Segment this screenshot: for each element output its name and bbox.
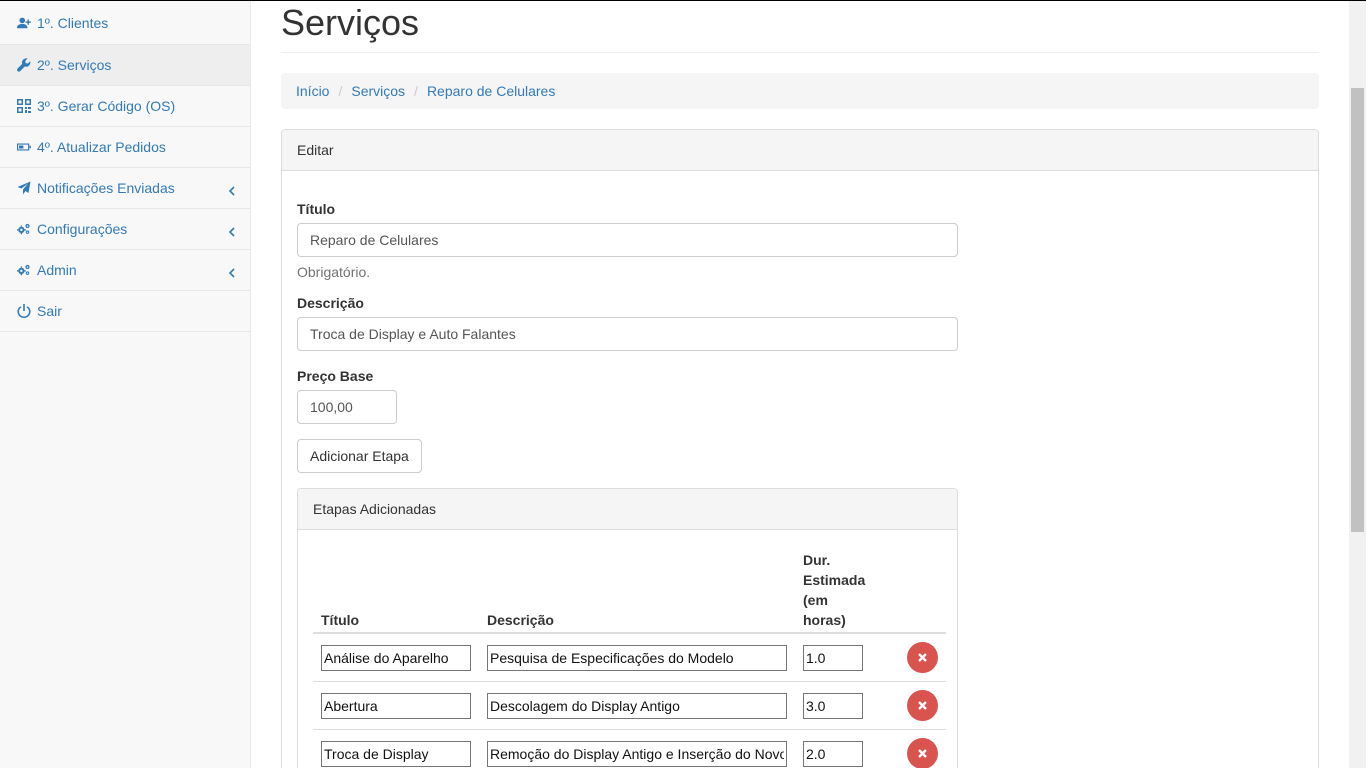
step-description-cell bbox=[479, 632, 795, 682]
add-step-button[interactable]: Adicionar Etapa bbox=[297, 439, 422, 473]
sidebar-item-3[interactable]: 3º. Gerar Código (OS) bbox=[0, 86, 250, 127]
step-duration-cell bbox=[795, 729, 874, 768]
step-description-input[interactable] bbox=[487, 692, 787, 719]
power-icon bbox=[16, 304, 32, 318]
column-header-title: Título bbox=[313, 550, 479, 634]
price-label: Preço Base bbox=[297, 368, 374, 384]
column-header-duration-line1: Dur. bbox=[803, 552, 831, 568]
sidebar-item-1[interactable]: 1º. Clientes bbox=[0, 0, 250, 45]
steps-panel: Etapas Adicionadas Título Descrição Dur.… bbox=[297, 488, 958, 768]
edit-panel: Editar Título Obrigatório. Descrição Pre… bbox=[281, 129, 1319, 768]
sidebar-item-label: 2º. Serviços bbox=[37, 57, 112, 73]
step-duration-input[interactable] bbox=[803, 740, 863, 767]
gears-icon bbox=[16, 263, 32, 277]
delete-step-button[interactable] bbox=[907, 738, 939, 768]
breadcrumb-separator: / bbox=[338, 83, 343, 99]
vertical-scrollbar[interactable] bbox=[1349, 0, 1366, 768]
sidebar-item-5[interactable]: Notificações Enviadas bbox=[0, 168, 250, 209]
sidebar-menu: 1º. Clientes 2º. Serviços 3º. Gerar Código… bbox=[0, 0, 250, 332]
sidebar-item-label: 1º. Clientes bbox=[37, 14, 109, 31]
step-title-cell bbox=[313, 681, 479, 730]
qrcode-icon bbox=[16, 99, 32, 113]
battery-icon bbox=[16, 140, 32, 154]
scrollbar-thumb[interactable] bbox=[1351, 88, 1364, 532]
steps-table: Título Descrição Dur. Estimada (em horas… bbox=[313, 550, 947, 768]
breadcrumb-current[interactable]: Reparo de Celulares bbox=[427, 83, 555, 99]
sidebar: 1º. Clientes 2º. Serviços 3º. Gerar Código… bbox=[0, 0, 251, 768]
step-action-cell bbox=[873, 632, 947, 682]
edit-panel-body: Título Obrigatório. Descrição Preço Base… bbox=[282, 171, 1318, 768]
column-header-duration-line2: Estimada bbox=[803, 572, 866, 588]
table-row bbox=[313, 632, 947, 682]
chevron-left-icon bbox=[228, 265, 236, 278]
step-description-cell bbox=[479, 681, 795, 730]
close-icon bbox=[918, 749, 928, 758]
description-label: Descrição bbox=[297, 295, 364, 311]
breadcrumb-services[interactable]: Serviços bbox=[351, 83, 405, 99]
wrench-icon bbox=[16, 58, 32, 72]
close-icon bbox=[918, 701, 928, 710]
description-input[interactable] bbox=[297, 317, 958, 351]
sidebar-item-7[interactable]: Admin bbox=[0, 250, 250, 291]
breadcrumb: Início / Serviços / Reparo de Celulares bbox=[281, 73, 1319, 109]
title-label: Título bbox=[297, 201, 336, 217]
sidebar-item-label: 4º. Atualizar Pedidos bbox=[37, 139, 166, 155]
page-header: Serviços bbox=[281, 0, 1319, 53]
breadcrumb-home[interactable]: Início bbox=[296, 83, 329, 99]
gears-icon bbox=[16, 222, 32, 236]
table-row bbox=[313, 729, 947, 768]
page-title: Serviços bbox=[281, 2, 420, 43]
steps-panel-heading: Etapas Adicionadas bbox=[298, 489, 957, 530]
step-description-input[interactable] bbox=[487, 644, 787, 671]
step-action-cell bbox=[873, 681, 947, 730]
table-row bbox=[313, 681, 947, 730]
title-input[interactable] bbox=[297, 223, 958, 257]
user-plus-icon bbox=[16, 16, 32, 30]
step-title-cell bbox=[313, 729, 479, 768]
sidebar-item-label: Configurações bbox=[37, 221, 128, 237]
title-help-text: Obrigatório. bbox=[297, 264, 371, 280]
step-title-input[interactable] bbox=[321, 692, 471, 719]
step-description-cell bbox=[479, 729, 795, 768]
chevron-left-icon bbox=[228, 183, 236, 196]
sidebar-item-label: Admin bbox=[37, 262, 77, 278]
column-header-duration: Dur. Estimada (em horas) bbox=[795, 550, 874, 634]
sidebar-item-6[interactable]: Configurações bbox=[0, 209, 250, 250]
step-duration-cell bbox=[795, 632, 874, 682]
close-icon bbox=[918, 653, 928, 662]
sidebar-item-4[interactable]: 4º. Atualizar Pedidos bbox=[0, 127, 250, 168]
chevron-left-icon bbox=[228, 224, 236, 237]
sidebar-item-2[interactable]: 2º. Serviços bbox=[0, 45, 250, 86]
steps-panel-body: Título Descrição Dur. Estimada (em horas… bbox=[298, 530, 957, 768]
step-duration-input[interactable] bbox=[803, 644, 863, 671]
column-header-actions bbox=[873, 550, 947, 634]
step-description-input[interactable] bbox=[487, 740, 787, 767]
step-duration-cell bbox=[795, 681, 874, 730]
step-duration-input[interactable] bbox=[803, 692, 863, 719]
breadcrumb-separator: / bbox=[414, 83, 418, 99]
edit-panel-heading: Editar bbox=[282, 130, 1318, 171]
steps-table-header: Título Descrição Dur. Estimada (em horas… bbox=[313, 550, 947, 634]
sidebar-item-label: 3º. Gerar Código (OS) bbox=[37, 98, 176, 114]
delete-step-button[interactable] bbox=[907, 690, 939, 721]
price-input[interactable] bbox=[297, 390, 397, 424]
window-top-border bbox=[0, 0, 1366, 1]
plane-icon bbox=[16, 181, 32, 195]
step-action-cell bbox=[873, 729, 947, 768]
sidebar-item-label: Notificações Enviadas bbox=[37, 180, 175, 196]
column-header-duration-line3: (em horas) bbox=[803, 592, 846, 628]
sidebar-item-label: Sair bbox=[37, 303, 62, 319]
step-title-cell bbox=[313, 632, 479, 682]
main-content: Serviços Início / Serviços / Reparo de C… bbox=[281, 0, 1319, 768]
sidebar-item-8[interactable]: Sair bbox=[0, 291, 250, 332]
step-title-input[interactable] bbox=[321, 644, 471, 671]
steps-table-body bbox=[313, 632, 947, 768]
delete-step-button[interactable] bbox=[907, 642, 939, 673]
step-title-input[interactable] bbox=[321, 740, 471, 767]
column-header-description: Descrição bbox=[479, 550, 795, 634]
